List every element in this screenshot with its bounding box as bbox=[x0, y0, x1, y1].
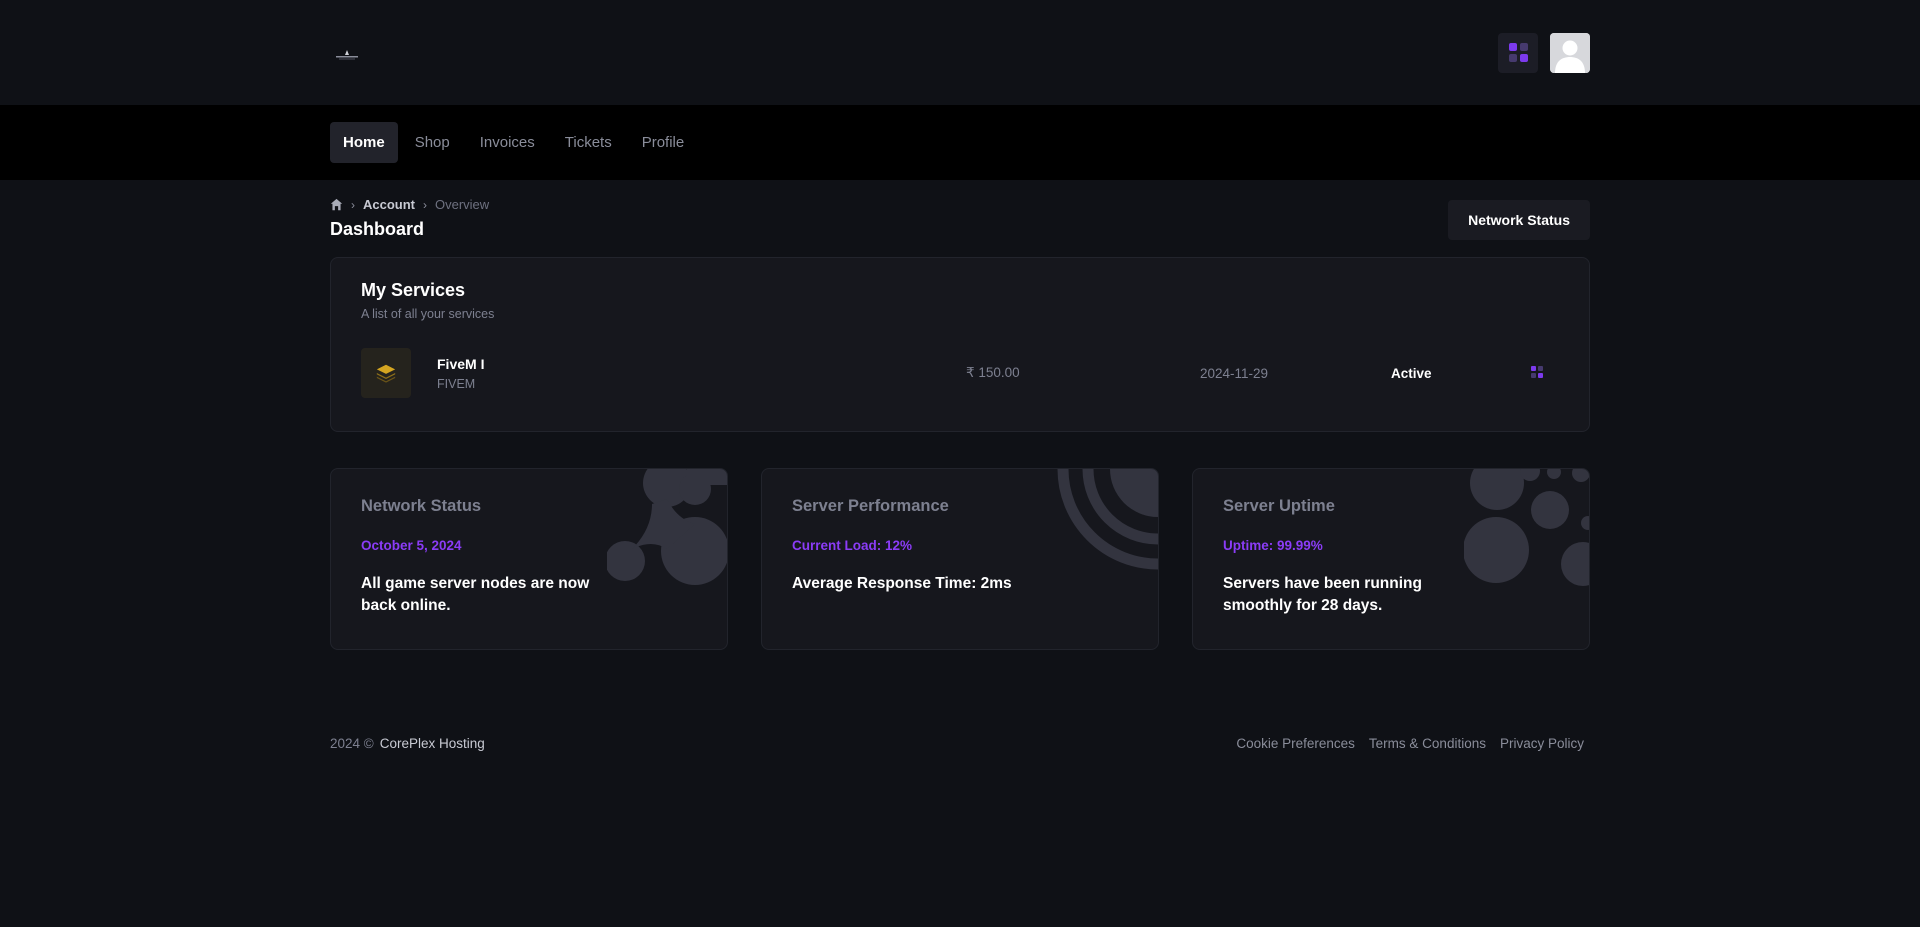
info-card-title: Server Performance bbox=[792, 497, 949, 515]
network-status-button[interactable]: Network Status bbox=[1448, 200, 1590, 240]
service-status: Active bbox=[1391, 365, 1432, 381]
top-header bbox=[0, 0, 1920, 105]
server-uptime-card: Server Uptime Uptime: 99.99% Servers hav… bbox=[1192, 468, 1590, 650]
network-status-card: Network Status October 5, 2024 All game … bbox=[330, 468, 728, 650]
service-row[interactable]: FiveM I FIVEM ₹ 150.00 2024-11-29 Active bbox=[361, 348, 1559, 398]
privacy-policy-link[interactable]: Privacy Policy bbox=[1500, 736, 1584, 751]
info-card-text: Average Response Time: 2ms bbox=[792, 575, 1012, 592]
bubbles-decoration-icon bbox=[1464, 469, 1589, 586]
footer-brand-link[interactable]: CorePlex Hosting bbox=[380, 736, 485, 751]
server-performance-card: Server Performance Current Load: 12% Ave… bbox=[761, 468, 1159, 650]
services-title: My Services bbox=[361, 280, 466, 300]
info-card-meta: October 5, 2024 bbox=[361, 538, 462, 553]
cookie-preferences-link[interactable]: Cookie Preferences bbox=[1236, 736, 1355, 751]
nav-item-profile[interactable]: Profile bbox=[629, 122, 698, 163]
services-subtitle: A list of all your services bbox=[361, 307, 495, 321]
apps-grid-icon bbox=[1508, 43, 1528, 62]
info-card-meta: Current Load: 12% bbox=[792, 538, 913, 553]
chevron-right-icon: › bbox=[423, 197, 427, 212]
service-menu-button[interactable] bbox=[1531, 366, 1545, 380]
user-avatar-icon[interactable] bbox=[1550, 32, 1590, 73]
home-icon[interactable] bbox=[330, 198, 343, 211]
info-card-text: Servers have been running smoothly for 2… bbox=[1223, 575, 1422, 614]
breadcrumb-account[interactable]: Account bbox=[363, 197, 415, 212]
blob-decoration-icon bbox=[607, 469, 727, 585]
footer: 2024 © CorePlex Hosting Cookie Preferenc… bbox=[330, 736, 1590, 751]
nav-item-invoices[interactable]: Invoices bbox=[467, 122, 548, 163]
apps-grid-icon bbox=[1531, 366, 1545, 378]
info-card-text: All game server nodes are now back onlin… bbox=[361, 575, 590, 614]
services-card: My Services A list of all your services … bbox=[330, 257, 1590, 432]
nav-item-tickets[interactable]: Tickets bbox=[552, 122, 625, 163]
footer-copyright: 2024 © bbox=[330, 736, 374, 751]
chevron-right-icon: › bbox=[351, 197, 355, 212]
nav-item-shop[interactable]: Shop bbox=[402, 122, 463, 163]
service-price: ₹ 150.00 bbox=[966, 365, 1020, 380]
main-nav: Home Shop Invoices Tickets Profile bbox=[0, 105, 1920, 180]
apps-button[interactable] bbox=[1498, 32, 1538, 73]
service-type: FIVEM bbox=[437, 376, 476, 391]
service-name: FiveM I bbox=[437, 355, 485, 372]
layers-icon bbox=[361, 348, 411, 398]
breadcrumb-current: Overview bbox=[435, 197, 490, 212]
terms-link[interactable]: Terms & Conditions bbox=[1369, 736, 1486, 751]
logo-icon[interactable] bbox=[334, 47, 360, 63]
nav-item-home[interactable]: Home bbox=[330, 122, 398, 163]
breadcrumb: › Account › Overview bbox=[330, 197, 489, 212]
page-title: Dashboard bbox=[330, 219, 425, 239]
service-date: 2024-11-29 bbox=[1200, 365, 1269, 381]
info-card-title: Network Status bbox=[361, 497, 482, 515]
page-header: › Account › Overview Dashboard Network S… bbox=[330, 180, 1590, 257]
info-card-title: Server Uptime bbox=[1223, 497, 1335, 515]
info-card-meta: Uptime: 99.99% bbox=[1223, 538, 1323, 553]
